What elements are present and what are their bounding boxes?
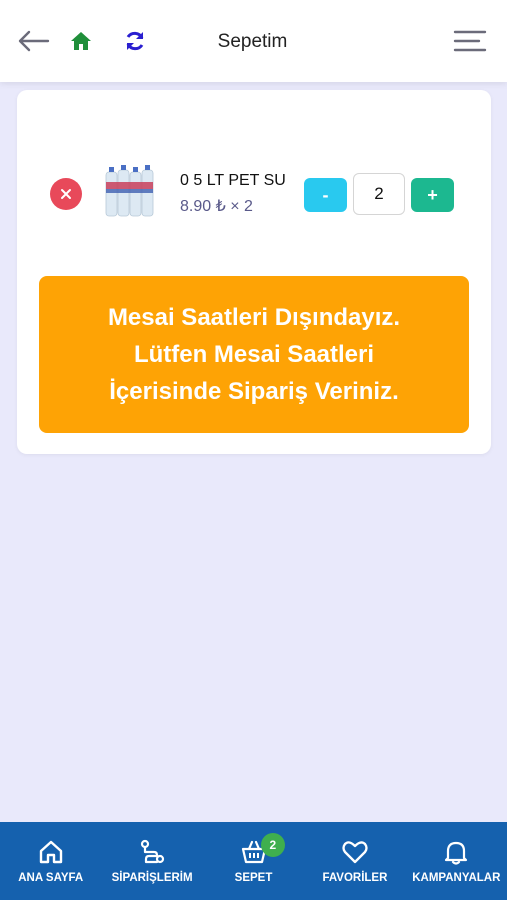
nav-label: FAVORİLER	[322, 872, 388, 884]
refresh-button[interactable]	[120, 26, 150, 56]
nav-item-cart[interactable]: SEPET 2	[203, 822, 304, 900]
app-header: Sepetim	[0, 0, 507, 82]
back-button[interactable]	[14, 26, 52, 56]
nav-item-favorites[interactable]: FAVORİLER	[304, 822, 405, 900]
home-outline-icon	[39, 840, 62, 864]
heart-icon	[342, 841, 368, 864]
nav-label: KAMPANYALAR	[412, 872, 501, 884]
home-icon	[71, 32, 91, 50]
route-icon	[141, 839, 165, 864]
bottom-nav: ANA SAYFA SİPARİŞLERİM SEPET 2 FAVORİLER…	[0, 822, 507, 900]
cart-count-badge: 2	[260, 833, 285, 857]
refresh-icon	[126, 31, 144, 51]
plus-label: +	[427, 184, 438, 205]
product-name: 0 5 LT PET SU	[180, 172, 286, 189]
decrease-quantity-button[interactable]: -	[304, 178, 347, 212]
cart-card: 0 5 LT PET SU 8.90 ₺ × 2 - + Mesai Saatl…	[17, 90, 491, 454]
quantity-field[interactable]	[353, 173, 405, 215]
notice-line: Mesai Saatleri Dışındayız.	[107, 304, 401, 331]
bell-icon	[445, 841, 468, 865]
notice-line: İçerisinde Sipariş Veriniz.	[109, 378, 399, 405]
nav-item-orders[interactable]: SİPARİŞLERİM	[101, 822, 202, 900]
home-button[interactable]	[66, 26, 96, 56]
nav-item-campaigns[interactable]: KAMPANYALAR	[406, 822, 507, 900]
menu-button[interactable]	[450, 26, 490, 56]
product-image	[102, 164, 158, 222]
close-icon	[61, 189, 71, 199]
arrow-left-icon	[18, 30, 50, 52]
minus-label: -	[322, 184, 329, 205]
increase-quantity-button[interactable]: +	[411, 178, 454, 212]
notice-line: Lütfen Mesai Saatleri	[133, 341, 375, 368]
page-title: Sepetim	[217, 31, 288, 52]
menu-icon	[453, 30, 487, 52]
nav-label: SEPET	[234, 872, 273, 884]
nav-label: SİPARİŞLERİM	[111, 872, 193, 884]
remove-item-button[interactable]	[50, 178, 82, 210]
nav-item-home[interactable]: ANA SAYFA	[0, 822, 101, 900]
nav-label: ANA SAYFA	[18, 872, 84, 884]
product-price: 8.90 ₺ × 2	[180, 198, 253, 215]
closed-hours-notice: Mesai Saatleri Dışındayız. Lütfen Mesai …	[39, 276, 469, 433]
